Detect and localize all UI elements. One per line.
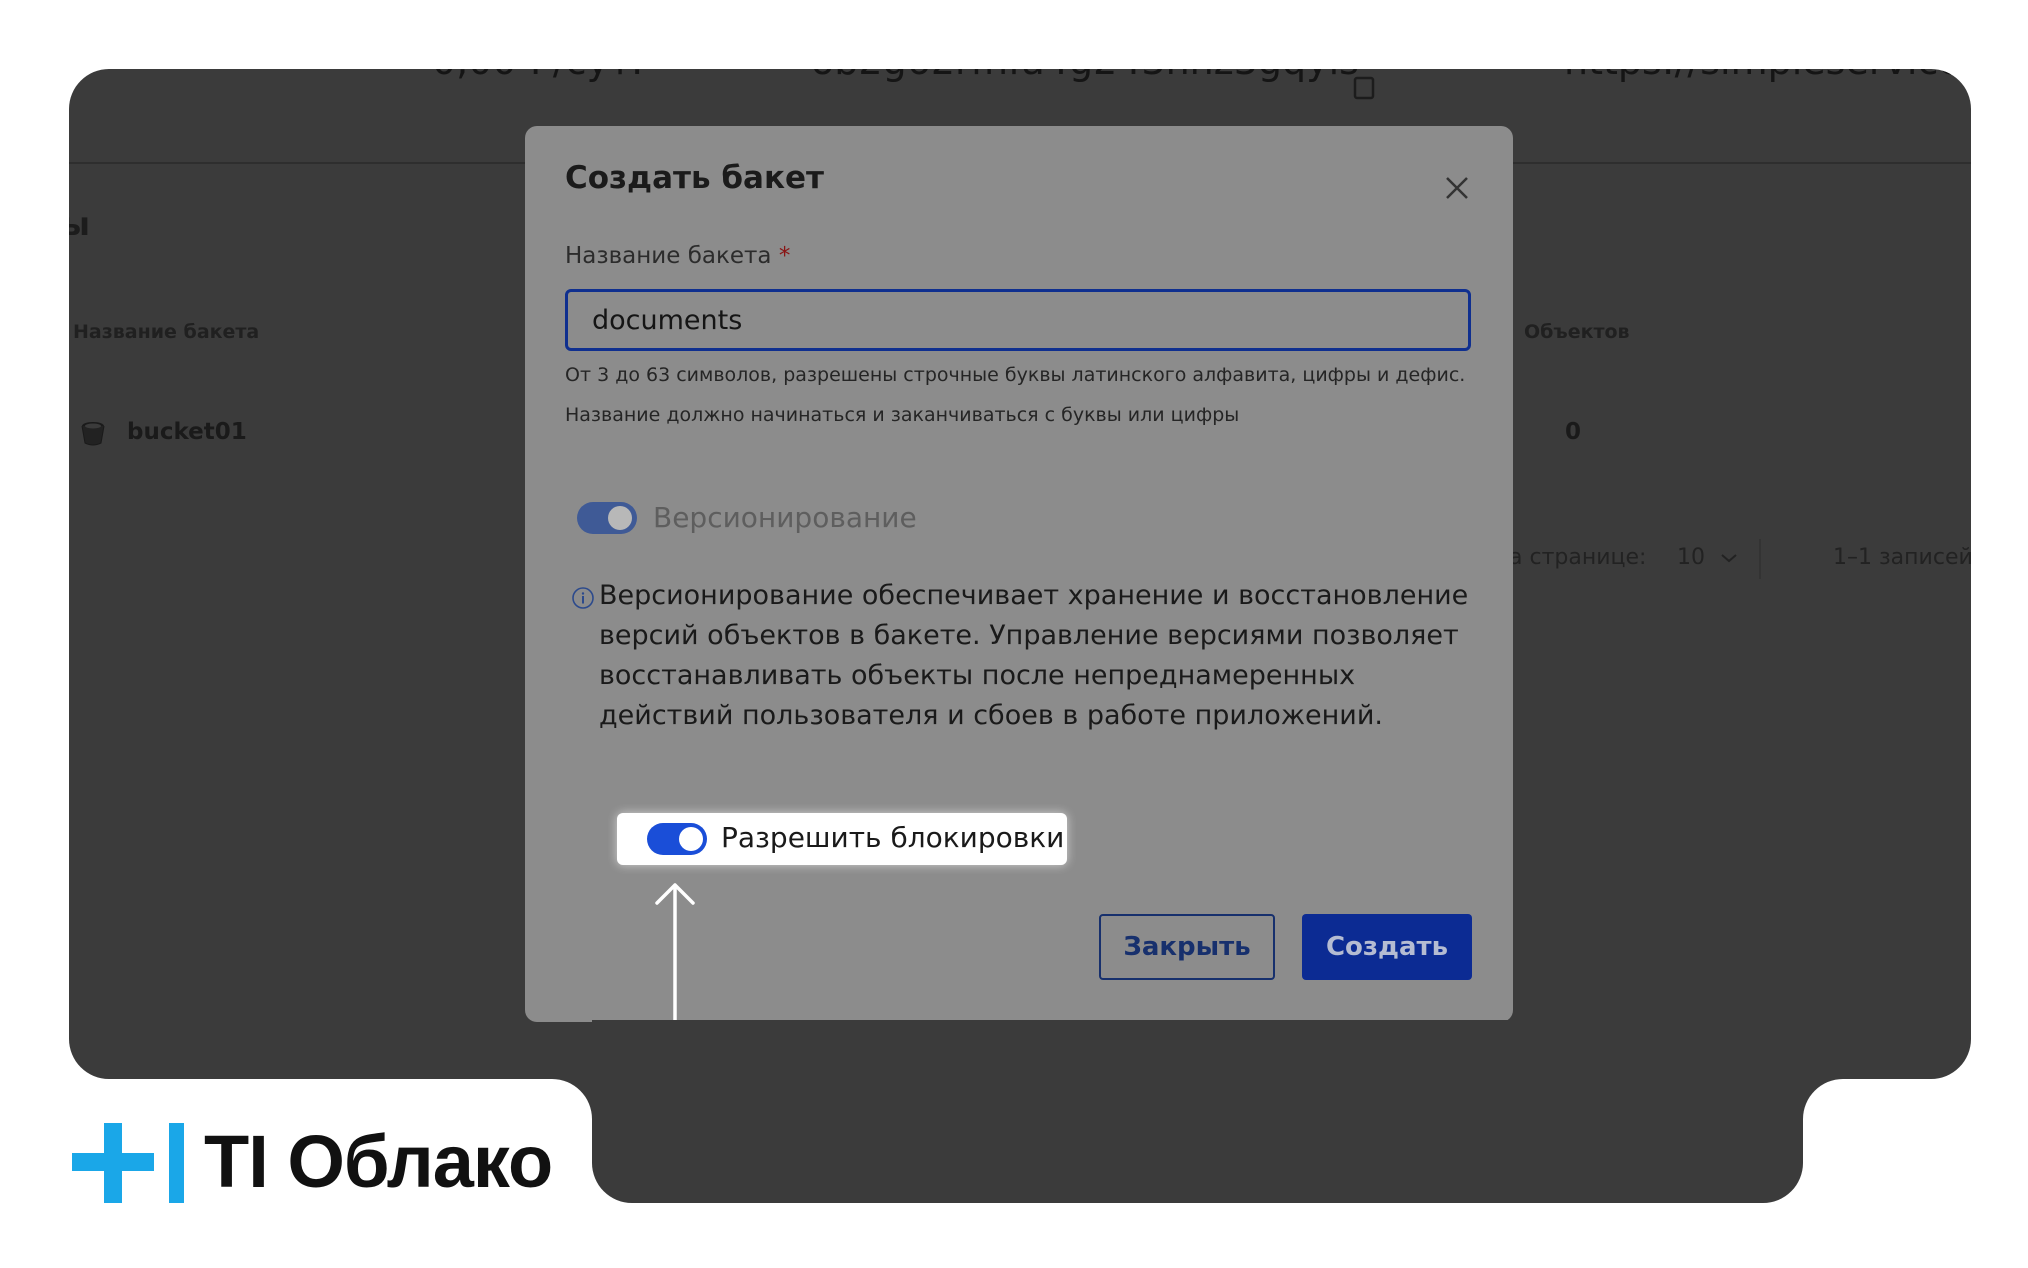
frame-corner-right [1803,1079,1843,1119]
versioning-label: Версионирование [653,501,917,534]
versioning-info-text: Версионирование обеспечивает хранение и … [599,580,1469,731]
create-button[interactable]: Создать [1302,914,1472,980]
screenshot-frame: 0,00 ₽/сут. ob2g62rfnfa4g243nnz3gqyls ht… [69,69,1971,1079]
locks-label: Разрешить блокировки [721,821,1065,854]
bucket-icon [81,422,105,446]
versioning-toggle[interactable] [577,502,637,534]
locks-toggle[interactable] [647,823,707,855]
bucket-name-input[interactable] [565,289,1471,351]
frame-corner-left [552,1079,592,1119]
frame-tab [592,1020,1803,1203]
copy-icon [1353,76,1375,100]
per-page-label: а странице: [1509,545,1647,570]
close-icon[interactable] [1441,172,1473,204]
per-page-value: 10 [1677,545,1705,570]
logo-mark-icon [72,1123,184,1203]
logo-text: TI Облако [204,1120,553,1203]
bucket-name-label-text: Название бакета [565,243,772,269]
bucket-id-cell: ob2g62rfnfa4g243nnz3gqyls [811,69,1359,83]
info-icon [572,587,594,609]
name-hint-line2: Название должно начинаться и заканчивать… [565,404,1240,426]
table-row-objects: 0 [1565,419,1582,445]
records-count: 1–1 записей [1833,545,1971,570]
bucket-name-label: Название бакета * [565,243,790,269]
price-cell: 0,00 ₽/сут. [432,69,643,83]
page-heading: ы [69,205,90,243]
pagination-separator [1759,539,1761,579]
url-cell: https://simpleservice.c [1564,69,1971,83]
column-header-name: Название бакета [73,321,260,343]
close-button[interactable]: Закрыть [1099,914,1275,980]
table-row-bucket-name[interactable]: bucket01 [127,419,247,445]
column-header-objects: Объектов [1524,321,1630,343]
name-hint-line1: От 3 до 63 символов, разрешены строчные … [565,364,1466,386]
per-page-select[interactable]: 10 [1677,545,1738,570]
chevron-down-icon [1721,554,1737,563]
dialog-title: Создать бакет [565,160,824,196]
required-mark: * [778,243,791,269]
locks-highlight: Разрешить блокировки [617,813,1067,865]
